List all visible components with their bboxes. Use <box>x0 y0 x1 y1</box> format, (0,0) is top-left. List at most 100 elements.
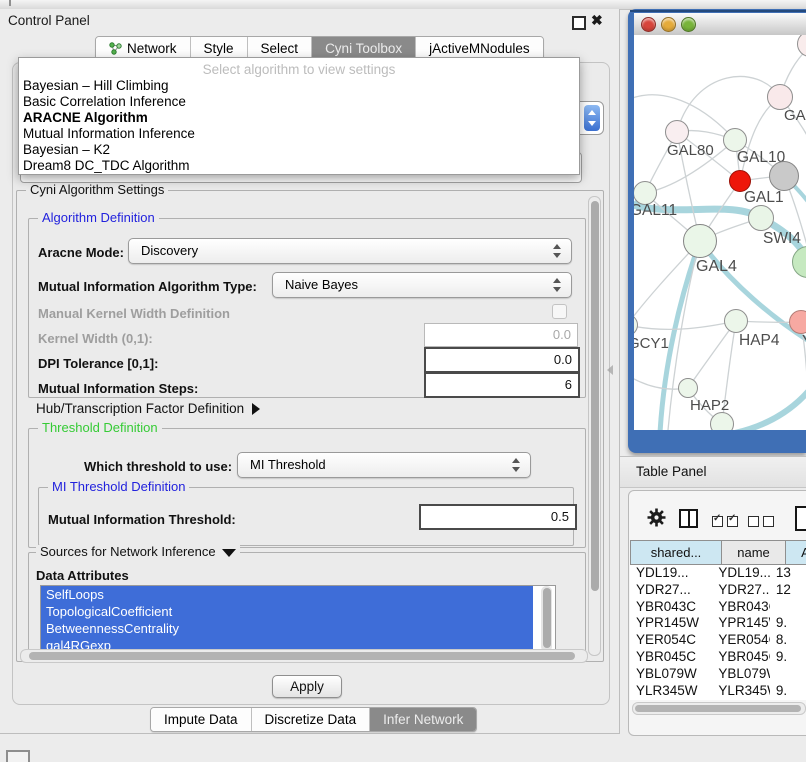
table-row[interactable]: YLR345WYLR345W9. <box>630 683 806 700</box>
attribute-item-selected[interactable]: BetweennessCentrality <box>41 620 533 637</box>
aracne-mode-combobox[interactable]: Discovery <box>128 238 572 264</box>
settings-horizontal-scrollbar[interactable] <box>20 649 588 663</box>
combo-arrows-icon <box>512 458 521 472</box>
sources-expander[interactable]: Sources for Network Inference <box>36 545 240 559</box>
attributes-scrollbar-thumb[interactable] <box>543 588 551 648</box>
mi-type-label: Mutual Information Algorithm Type: <box>38 279 257 294</box>
algorithm-definition-title: Algorithm Definition <box>38 211 159 225</box>
table-row[interactable]: YPR145WYPR145W9. <box>630 615 806 632</box>
network-node-gal80[interactable] <box>665 120 689 144</box>
tab-label: Style <box>204 41 234 56</box>
table-row[interactable]: YDL19...YDL19...13 <box>630 565 806 582</box>
network-node-gal4[interactable] <box>683 224 717 258</box>
network-node-swi4[interactable] <box>748 205 774 231</box>
table-row[interactable]: YDR27...YDR27...12 <box>630 582 806 599</box>
node-label: GCY1 <box>634 335 669 352</box>
close-panel-icon[interactable]: ✖ <box>591 12 603 29</box>
algorithm-option[interactable]: Basic Correlation Inference <box>19 94 579 110</box>
which-threshold-label: Which threshold to use: <box>84 459 232 474</box>
network-view[interactable]: GALGAL80GAL10GAL1GAL11SWI4GAL4GCY1HAP4YH… <box>634 35 806 430</box>
mi-steps-field[interactable]: 6 <box>424 372 580 398</box>
columns-icon[interactable] <box>679 509 698 528</box>
attributes-list-scrollbar[interactable] <box>541 586 552 652</box>
dpi-tolerance-field[interactable]: 0.0 <box>424 347 580 373</box>
application-window: Control Panel ✖ NetworkStyleSelectCyni T… <box>0 0 806 762</box>
splitter-collapse-icon[interactable] <box>607 365 613 375</box>
tab-label: Discretize Data <box>265 712 357 727</box>
settings-scrollbar-thumb[interactable] <box>591 201 599 591</box>
show-columns-icon[interactable] <box>712 515 742 530</box>
network-node-y[interactable] <box>789 310 806 334</box>
algorithm-option[interactable]: Bayesian – K2 <box>19 142 579 158</box>
table-row[interactable]: YBR045CYBR045C9. <box>630 649 806 666</box>
network-node-hap2[interactable] <box>678 378 698 398</box>
table-rows: YDL19...YDL19...13YDR27...YDR27...12YBR0… <box>630 565 806 700</box>
attribute-item-selected[interactable]: SelfLoops <box>41 586 533 603</box>
network-node[interactable] <box>769 161 799 191</box>
algorithm-placeholder: Select algorithm to view settings <box>19 62 579 77</box>
document-icon[interactable] <box>795 506 806 531</box>
data-attributes-list[interactable]: SelfLoopsTopologicalCoefficientBetweenne… <box>40 585 556 656</box>
close-window-icon[interactable] <box>641 17 656 32</box>
column-header-shared[interactable]: shared... <box>630 540 722 565</box>
algorithm-option[interactable]: ARACNE Algorithm <box>19 110 579 126</box>
tab-label: jActiveMNodules <box>429 41 530 56</box>
network-window-titlebar[interactable] <box>634 13 806 36</box>
gear-icon[interactable] <box>646 507 667 528</box>
table-row[interactable]: YBR043CYBR043C <box>630 599 806 616</box>
node-label: GAL4 <box>696 258 737 276</box>
which-threshold-combobox[interactable]: MI Threshold <box>237 452 531 478</box>
tab-infer-network[interactable]: Infer Network <box>369 708 476 731</box>
table-cell: YLR345W <box>712 683 769 700</box>
network-node-hap4[interactable] <box>724 309 748 333</box>
algorithm-option[interactable]: Mutual Information Inference <box>19 126 579 142</box>
dpi-tolerance-label: DPI Tolerance [0,1]: <box>38 356 158 371</box>
control-panel-title: Control Panel <box>8 13 90 28</box>
float-panel-icon[interactable] <box>572 16 586 30</box>
table-row[interactable]: YBL079WYBL079W <box>630 666 806 683</box>
algorithm-combobox-fragment[interactable] <box>576 101 604 135</box>
window-top-mark <box>9 0 11 6</box>
network-node[interactable] <box>710 412 734 430</box>
table-cell: YPR145W <box>712 615 769 632</box>
table-cell: 9. <box>770 649 806 666</box>
tab-impute-data[interactable]: Impute Data <box>151 708 251 731</box>
panel-corner-icon[interactable] <box>6 750 30 762</box>
mi-threshold-field[interactable]: 0.5 <box>419 504 577 530</box>
tab-discretize-data[interactable]: Discretize Data <box>251 708 370 731</box>
cyni-mode-tab-bar: Impute Data Discretize Data Infer Network <box>150 707 477 732</box>
table-cell: YBR045C <box>630 649 712 666</box>
manual-kernel-label: Manual Kernel Width Definition <box>38 306 230 321</box>
kernel-width-field[interactable]: 0.0 <box>424 323 578 347</box>
settings-vertical-scrollbar[interactable] <box>588 196 601 656</box>
sources-title: Sources for Network Inference <box>40 544 216 559</box>
apply-button[interactable]: Apply <box>272 675 342 698</box>
kernel-width-label: Kernel Width (0,1): <box>38 331 153 346</box>
table-horizontal-scrollbar[interactable] <box>632 702 806 715</box>
combo-arrows-icon <box>553 244 562 258</box>
table-panel-title: Table Panel <box>636 464 707 479</box>
mi-type-combobox[interactable]: Naive Bayes <box>272 272 572 298</box>
algorithm-dropdown-popup: Select algorithm to view settings Bayesi… <box>18 57 580 175</box>
hide-columns-icon[interactable] <box>748 515 778 530</box>
table-cell: YBL079W <box>630 666 712 683</box>
minimize-window-icon[interactable] <box>661 17 676 32</box>
node-label: GAL11 <box>634 202 677 220</box>
algorithm-option[interactable]: Dream8 DC_TDC Algorithm <box>19 158 579 174</box>
manual-kernel-checkbox[interactable] <box>552 304 567 319</box>
table-cell: YIL052C <box>712 699 769 700</box>
column-header-a[interactable]: A <box>786 540 806 565</box>
horizontal-scrollbar-thumb[interactable] <box>29 652 575 660</box>
column-header-name[interactable]: name <box>722 540 786 565</box>
algorithm-option[interactable]: Bayesian – Hill Climbing <box>19 78 579 94</box>
table-cell: YBR043C <box>712 599 769 616</box>
node-label: HAP4 <box>739 332 780 350</box>
table-row[interactable]: YER054CYER054C8. <box>630 632 806 649</box>
hub-expander[interactable]: Hub/Transcription Factor Definition <box>36 401 260 416</box>
zoom-window-icon[interactable] <box>681 17 696 32</box>
table-row[interactable]: YIL052CYIL052C9 <box>630 699 806 700</box>
table-scrollbar-thumb[interactable] <box>635 705 801 712</box>
mi-steps-label: Mutual Information Steps: <box>38 381 198 396</box>
attribute-item-selected[interactable]: TopologicalCoefficient <box>41 603 533 620</box>
table-header-row: shared...nameA <box>630 540 806 565</box>
